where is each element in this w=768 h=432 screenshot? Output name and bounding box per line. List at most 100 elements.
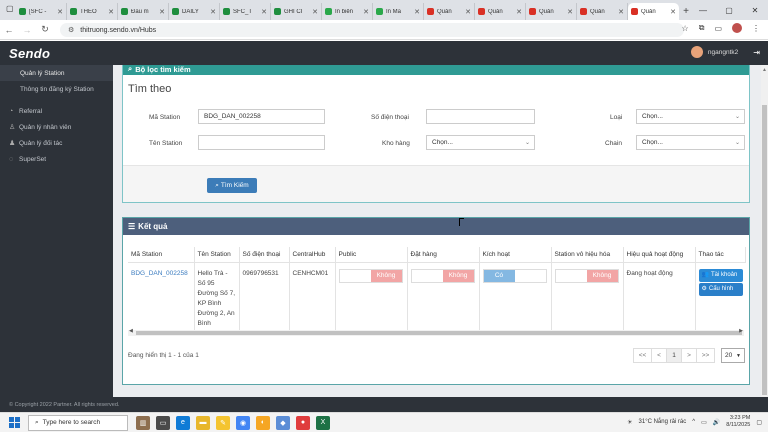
- notification-icon[interactable]: ▢: [756, 419, 762, 426]
- browser-tab[interactable]: Quản ✕: [424, 3, 475, 20]
- chain-select[interactable]: Chọn... ⌄: [636, 135, 745, 150]
- browser-tab[interactable]: Đầu m ✕: [118, 3, 169, 20]
- browser-tab[interactable]: [SFC - ✕: [16, 3, 67, 20]
- tab-close-icon[interactable]: ✕: [57, 8, 63, 16]
- excel-icon[interactable]: X: [316, 415, 330, 430]
- tab-close-icon[interactable]: ✕: [159, 8, 165, 16]
- minimize-icon[interactable]: —: [690, 0, 716, 20]
- username[interactable]: ngangntk2: [708, 49, 738, 56]
- browser-tab[interactable]: Quản ✕: [628, 3, 679, 20]
- bookmark-star-icon[interactable]: ☆: [682, 24, 689, 33]
- sidepanel-icon[interactable]: ▭: [714, 24, 722, 33]
- user-menu[interactable]: ngangntk2 ⇥: [690, 46, 760, 58]
- sidebar-item[interactable]: Quản lý Station: [0, 65, 113, 81]
- taskbar-search[interactable]: ⌕ Type here to search: [28, 414, 128, 431]
- page-scrollbar-thumb[interactable]: [762, 105, 767, 395]
- kho-hang-select[interactable]: Chọn... ⌄: [426, 135, 535, 150]
- browser-tab[interactable]: GHI CI ✕: [271, 3, 322, 20]
- app-icon[interactable]: ◆: [276, 415, 290, 430]
- network-icon[interactable]: ▭: [701, 419, 707, 426]
- scroll-left-icon[interactable]: ◀: [129, 328, 133, 334]
- public-toggle[interactable]: Không: [338, 268, 403, 283]
- url-input[interactable]: ⚙ thitruong.sendo.vn/Hubs: [60, 23, 684, 37]
- ma-station-input[interactable]: BDG_DAN_002258: [198, 109, 325, 124]
- tab-close-icon[interactable]: ✕: [414, 8, 420, 16]
- pagination-button[interactable]: <<: [633, 348, 652, 363]
- tab-close-icon[interactable]: ✕: [108, 8, 114, 16]
- kich-hoat-toggle[interactable]: Có: [482, 268, 547, 283]
- tab-label: Quản: [437, 8, 452, 15]
- pagination-button[interactable]: <: [651, 348, 667, 363]
- browser-menu-icon[interactable]: ⋮: [752, 24, 760, 33]
- column-header: Tên Station: [194, 247, 240, 263]
- volume-icon[interactable]: 🔊: [713, 419, 720, 426]
- sdt-input[interactable]: [426, 109, 535, 124]
- windows-start-icon[interactable]: [0, 417, 28, 428]
- sidebar-item[interactable]: Thông tin đăng ký Station: [0, 81, 113, 97]
- maximize-icon[interactable]: ▢: [716, 0, 742, 20]
- edge-icon[interactable]: e: [176, 415, 190, 430]
- sticky-notes-icon[interactable]: ✎: [216, 415, 230, 430]
- browser-tab[interactable]: DAILY ✕: [169, 3, 220, 20]
- books-app-icon[interactable]: ▥: [136, 415, 150, 430]
- clock[interactable]: 3:23 PM 8/11/2025: [726, 415, 750, 429]
- tab-menu-icon[interactable]: ▢: [6, 4, 14, 13]
- logout-icon[interactable]: ⇥: [753, 48, 760, 57]
- tab-close-icon[interactable]: ✕: [465, 8, 471, 16]
- browser-tab[interactable]: THEO ✕: [67, 3, 118, 20]
- browser-tab[interactable]: Quản ✕: [526, 3, 577, 20]
- browser-tab[interactable]: SFC_T ✕: [220, 3, 271, 20]
- sidebar-item[interactable]: ◔ Referral: [0, 103, 113, 119]
- back-icon[interactable]: ←: [0, 25, 18, 35]
- result-table: Mã Station Tên Station Số điện thoại Centra…: [128, 247, 746, 335]
- horizontal-scrollbar[interactable]: ◀ ▶: [128, 328, 744, 336]
- profile-avatar[interactable]: [732, 23, 742, 33]
- cell-ma-station[interactable]: BDG_DAN_002258: [128, 262, 195, 335]
- page-size-select[interactable]: 20 ▼: [721, 348, 745, 363]
- scrollbar-thumb[interactable]: [136, 331, 742, 335]
- vo-hieu-hoa-toggle[interactable]: Không: [554, 268, 619, 283]
- page-scrollbar[interactable]: ▲: [761, 65, 768, 397]
- extensions-icon[interactable]: ⧉: [699, 23, 705, 33]
- chrome-icon[interactable]: ◉: [236, 415, 250, 430]
- tab-close-icon[interactable]: ✕: [618, 8, 624, 16]
- pagination-button[interactable]: >: [681, 348, 697, 363]
- user-avatar[interactable]: [690, 46, 703, 58]
- sidebar-item[interactable]: ♙ Quản lý nhân viên: [0, 119, 113, 135]
- account-button[interactable]: 👥 Tài khoản: [698, 268, 743, 282]
- pagination-button[interactable]: >>: [696, 348, 715, 363]
- sendo-logo[interactable]: Sendo: [9, 46, 50, 61]
- scroll-up-icon[interactable]: ▲: [762, 67, 767, 73]
- firefox-icon[interactable]: ◐: [256, 415, 270, 430]
- file-explorer-icon[interactable]: ▬: [196, 415, 210, 430]
- scroll-right-icon[interactable]: ▶: [739, 328, 743, 334]
- tab-close-icon[interactable]: ✕: [567, 8, 573, 16]
- pagination-button[interactable]: 1: [666, 348, 682, 363]
- browser-tab[interactable]: In Mã ✕: [373, 3, 424, 20]
- browser-tab[interactable]: Quản ✕: [577, 3, 628, 20]
- sidebar-item[interactable]: ◌ SuperSet: [0, 151, 113, 167]
- task-view-icon[interactable]: ▭: [156, 415, 170, 430]
- close-window-icon[interactable]: ✕: [742, 0, 768, 20]
- tab-close-icon[interactable]: ✕: [516, 8, 522, 16]
- tab-close-icon[interactable]: ✕: [261, 8, 267, 16]
- tab-close-icon[interactable]: ✕: [312, 8, 318, 16]
- reload-icon[interactable]: ↻: [36, 24, 54, 35]
- app-icon[interactable]: ●: [296, 415, 310, 430]
- weather-text[interactable]: 31°C Nắng rải rác: [639, 419, 687, 425]
- tab-close-icon[interactable]: ✕: [670, 8, 676, 16]
- forward-icon[interactable]: →: [18, 25, 36, 35]
- search-button[interactable]: ⌕ Tìm Kiếm: [207, 178, 257, 193]
- site-info-icon[interactable]: ⚙: [68, 26, 74, 34]
- ten-station-input[interactable]: [198, 135, 325, 150]
- browser-tab[interactable]: In biển ✕: [322, 3, 373, 20]
- sidebar-item[interactable]: ♟ Quản lý đối tác: [0, 135, 113, 151]
- loai-select[interactable]: Chọn... ⌄: [636, 109, 745, 124]
- tab-close-icon[interactable]: ✕: [210, 8, 216, 16]
- config-button[interactable]: ⚙ Cấu hình: [698, 282, 743, 296]
- tab-close-icon[interactable]: ✕: [363, 8, 369, 16]
- dat-hang-toggle[interactable]: Không: [410, 268, 475, 283]
- browser-tab[interactable]: Quản ✕: [475, 3, 526, 20]
- column-header: Đặt hàng: [407, 247, 480, 263]
- tray-overflow-icon[interactable]: ^: [692, 419, 695, 425]
